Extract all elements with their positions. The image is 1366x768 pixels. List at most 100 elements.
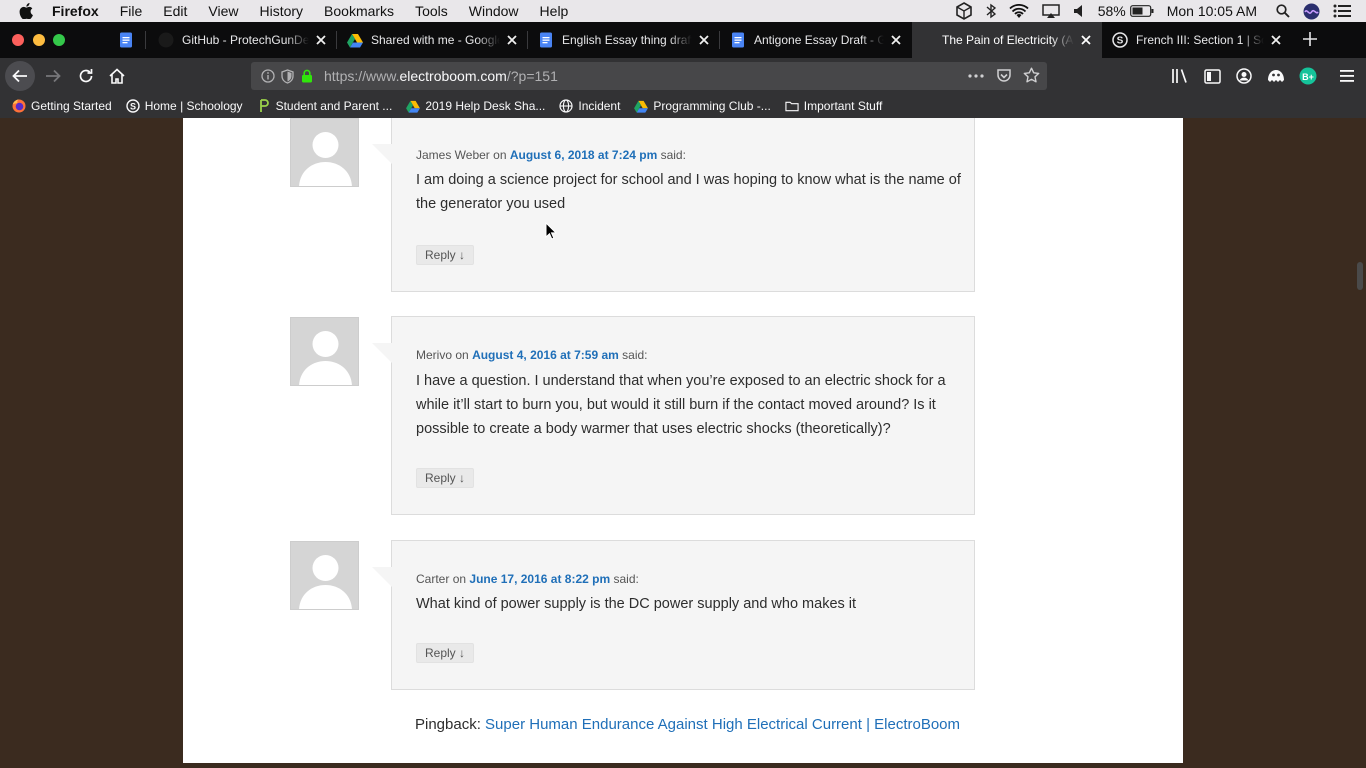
svg-text:S: S bbox=[130, 101, 136, 111]
window-zoom-button[interactable] bbox=[53, 34, 65, 46]
bookmark-programming-club[interactable]: Programming Club -... bbox=[634, 99, 771, 113]
google-drive-icon bbox=[347, 32, 363, 48]
pingback-link[interactable]: Super Human Endurance Against High Elect… bbox=[485, 716, 960, 733]
comment-meta: Merivo on August 4, 2016 at 7:59 am said… bbox=[416, 348, 648, 362]
url-text[interactable]: https://www.electroboom.com/?p=151 bbox=[324, 68, 558, 84]
portal-icon bbox=[257, 99, 271, 113]
firefox-account-icon[interactable] bbox=[1235, 67, 1253, 85]
reload-button[interactable] bbox=[77, 67, 95, 85]
spotlight-search-icon[interactable] bbox=[1276, 4, 1290, 18]
close-tab-icon[interactable] bbox=[696, 32, 712, 48]
comment-meta-said: said: bbox=[660, 148, 686, 162]
sidebar-toggle-icon[interactable] bbox=[1203, 67, 1221, 85]
library-icon[interactable] bbox=[1171, 67, 1189, 85]
back-button[interactable] bbox=[5, 61, 35, 91]
airplay-icon[interactable] bbox=[1041, 3, 1060, 19]
menu-file[interactable]: File bbox=[120, 3, 143, 19]
tab-english-essay[interactable]: English Essay thing draft bbox=[528, 22, 720, 58]
navigation-toolbar: https://www.electroboom.com/?p=151 B+ bbox=[0, 58, 1366, 94]
folder-icon bbox=[785, 99, 799, 113]
menu-help[interactable]: Help bbox=[540, 3, 569, 19]
comment-text: What kind of power supply is the DC powe… bbox=[416, 596, 857, 612]
github-icon bbox=[158, 32, 174, 48]
menu-tools[interactable]: Tools bbox=[415, 3, 448, 19]
comment-date-link[interactable]: August 6, 2018 at 7:24 pm bbox=[510, 148, 657, 162]
clock[interactable]: Mon 10:05 AM bbox=[1167, 3, 1257, 19]
close-tab-icon[interactable] bbox=[1268, 32, 1284, 48]
bookmark-label: Programming Club -... bbox=[653, 99, 771, 113]
google-drive-icon bbox=[634, 99, 649, 113]
battery-icon[interactable] bbox=[1129, 5, 1154, 17]
close-tab-icon[interactable] bbox=[504, 32, 520, 48]
vertical-scrollbar-thumb[interactable] bbox=[1357, 262, 1363, 290]
tab-title: French III: Section 1 | Schoology bbox=[1136, 33, 1264, 47]
comment-author: Carter bbox=[416, 572, 450, 586]
comment-author: James Weber bbox=[416, 148, 490, 162]
comment-date-link[interactable]: June 17, 2016 at 8:22 pm bbox=[469, 572, 610, 586]
bookmark-label: Important Stuff bbox=[803, 99, 883, 113]
page-viewport: James Weber on August 6, 2018 at 7:24 pm… bbox=[0, 118, 1366, 768]
comment-meta-said: said: bbox=[622, 348, 648, 362]
globe-icon bbox=[559, 99, 573, 113]
forward-button[interactable] bbox=[44, 67, 62, 85]
bluetooth-icon[interactable] bbox=[986, 3, 996, 19]
menu-bookmarks[interactable]: Bookmarks bbox=[324, 3, 394, 19]
page-info-icon[interactable] bbox=[261, 69, 275, 83]
close-tab-icon[interactable] bbox=[313, 32, 329, 48]
close-tab-icon[interactable] bbox=[1078, 32, 1094, 48]
tab-title: The Pain of Electricity (AC bbox=[942, 33, 1074, 47]
bookmark-star-icon[interactable] bbox=[1023, 67, 1040, 84]
tracking-protection-shield-icon[interactable] bbox=[281, 68, 294, 84]
close-tab-icon[interactable] bbox=[888, 32, 904, 48]
svg-text:B+: B+ bbox=[1302, 72, 1314, 82]
tab-github[interactable]: GitHub - ProtechGunDefense bbox=[148, 22, 337, 58]
tab-google-drive[interactable]: Shared with me - Google Drive bbox=[337, 22, 528, 58]
package-status-icon[interactable] bbox=[955, 2, 973, 20]
tab-antigone-essay[interactable]: Antigone Essay Draft - Google Docs bbox=[720, 22, 912, 58]
menu-edit[interactable]: Edit bbox=[163, 3, 187, 19]
bookmark-getting-started[interactable]: Getting Started bbox=[12, 99, 112, 113]
reply-button[interactable]: Reply ↓ bbox=[416, 643, 475, 663]
google-docs-icon bbox=[118, 32, 134, 48]
tab-strip: GitHub - ProtechGunDefense Shared with m… bbox=[0, 22, 1366, 58]
bookmark-folder-important-stuff[interactable]: Important Stuff bbox=[785, 99, 883, 113]
home-button[interactable] bbox=[108, 67, 126, 85]
reply-button[interactable]: Reply ↓ bbox=[416, 245, 475, 265]
tab-schoology-french[interactable]: S French III: Section 1 | Schoology bbox=[1102, 22, 1292, 58]
hamburger-menu-icon[interactable] bbox=[1338, 67, 1356, 85]
pocket-icon[interactable] bbox=[996, 68, 1012, 84]
new-tab-plus-icon[interactable] bbox=[1299, 28, 1321, 50]
menu-firefox[interactable]: Firefox bbox=[52, 3, 99, 19]
avatar bbox=[290, 541, 359, 610]
volume-icon[interactable] bbox=[1073, 4, 1085, 18]
reply-button[interactable]: Reply ↓ bbox=[416, 468, 475, 488]
bookmark-incident[interactable]: Incident bbox=[559, 99, 620, 113]
bookmark-home-schoology[interactable]: S Home | Schoology bbox=[126, 99, 243, 113]
bookmark-student-parent[interactable]: Student and Parent ... bbox=[257, 99, 392, 113]
battery-percentage[interactable]: 58% bbox=[1098, 3, 1126, 19]
macos-menu-bar: Firefox File Edit View History Bookmarks… bbox=[0, 0, 1366, 22]
apple-menu-icon[interactable] bbox=[19, 3, 37, 19]
comment-date-link[interactable]: August 4, 2016 at 7:59 am bbox=[472, 348, 619, 362]
window-close-button[interactable] bbox=[12, 34, 24, 46]
siri-icon[interactable] bbox=[1303, 3, 1320, 20]
url-bar[interactable]: https://www.electroboom.com/?p=151 bbox=[251, 62, 1047, 90]
comments-section: James Weber on August 6, 2018 at 7:24 pm… bbox=[183, 118, 1183, 763]
comment-author: Merivo bbox=[416, 348, 453, 362]
page-actions-menu-icon[interactable] bbox=[967, 68, 985, 84]
menu-history[interactable]: History bbox=[259, 3, 303, 19]
url-domain: electroboom.com bbox=[399, 68, 507, 84]
extension-grammarly-icon[interactable]: B+ bbox=[1298, 66, 1318, 86]
wifi-icon[interactable] bbox=[1009, 3, 1029, 19]
menu-view[interactable]: View bbox=[208, 3, 238, 19]
tab-electroboom-active[interactable]: The Pain of Electricity (AC bbox=[912, 22, 1102, 58]
tab-pinned-docs[interactable] bbox=[108, 22, 146, 58]
notification-center-icon[interactable] bbox=[1333, 4, 1351, 18]
bookmark-help-desk[interactable]: 2019 Help Desk Sha... bbox=[406, 99, 545, 113]
secure-lock-icon[interactable] bbox=[301, 69, 313, 83]
menu-window[interactable]: Window bbox=[469, 3, 519, 19]
window-minimize-button[interactable] bbox=[33, 34, 45, 46]
comment-text: I have a question. I understand that whe… bbox=[416, 373, 946, 437]
electroboom-icon bbox=[922, 32, 926, 48]
extension-ghostery-icon[interactable] bbox=[1266, 67, 1286, 85]
